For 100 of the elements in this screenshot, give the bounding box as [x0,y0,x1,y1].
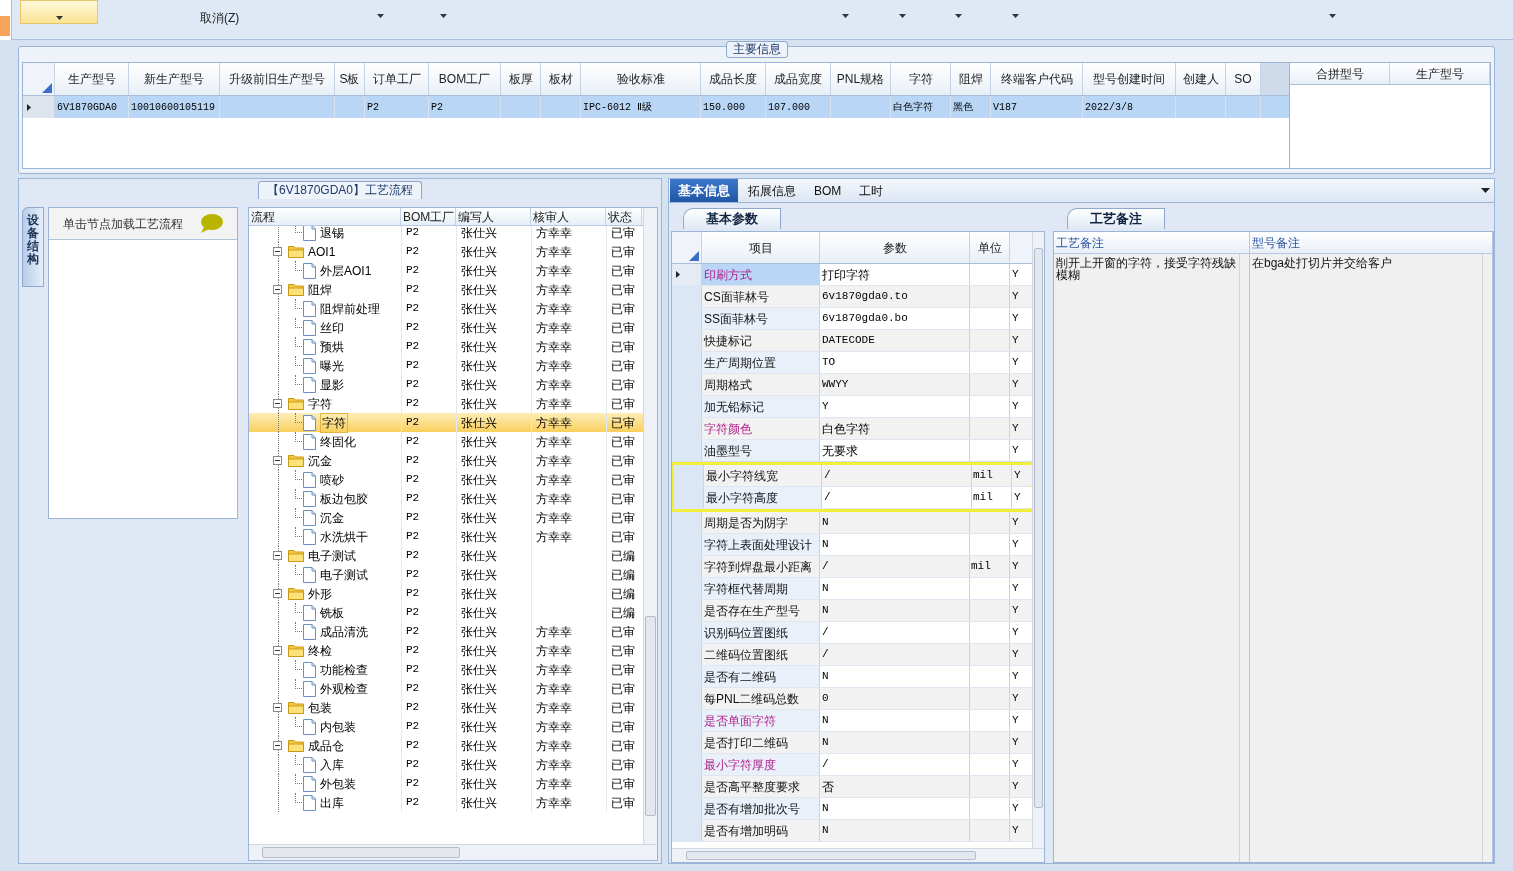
table-row[interactable]: 加无铅标记 Y Y [672,396,1032,418]
table-row[interactable]: 二维码位置图纸 / Y [672,644,1032,666]
caret-icon[interactable] [377,14,384,18]
column-header[interactable]: 核审人 [531,208,606,225]
collapse-icon[interactable] [273,399,282,408]
tree-item[interactable]: 内包装 [320,717,356,736]
table-cell[interactable]: 是否打印二维码 [702,732,820,753]
tab[interactable]: BOM [806,179,850,202]
table-cell[interactable]: 最小字符线宽 [704,465,822,486]
column-header[interactable]: 流程 [249,208,401,225]
table-row[interactable]: 字符颜色 白色字符 Y [672,418,1032,440]
collapse-icon[interactable] [273,589,282,598]
tree-item[interactable]: 喷砂 [320,470,344,489]
column-header[interactable]: 型号创建时间 [1083,63,1176,95]
column-header[interactable]: PNL规格 [831,63,891,95]
table-row[interactable]: 每PNL二维码总数 0 Y [672,688,1032,710]
tree-item[interactable]: 成品清洗 [320,622,368,641]
table-row[interactable]: 是否存在生产型号 N Y [672,600,1032,622]
table-cell[interactable]: 字符框代替周期 [702,578,820,599]
table-row[interactable]: 6V1870GDA0 10010600105119 P2 P2 IPC-6012 Ⅱ级 150.000 107.000 白色字符 黑色 V187 2022/3/8 [23,96,1289,118]
table-cell[interactable]: 加无铅标记 [702,396,820,417]
column-header[interactable]: 生产型号 [1390,63,1490,84]
column-header[interactable]: 生产型号 [55,63,129,95]
column-header[interactable]: 终端客户代码 [991,63,1083,95]
column-header[interactable]: 字符 [891,63,951,95]
tree-item[interactable]: 出库 [320,793,344,812]
column-header[interactable]: BOM工厂 [429,63,501,95]
table-cell[interactable]: 是否有二维码 [702,666,820,687]
table-row[interactable]: 是否有增加批次号 N Y [672,798,1032,820]
table-cell[interactable]: 最小字符高度 [704,487,822,508]
table-row[interactable]: 字符上表面处理设计 N Y [672,534,1032,556]
column-header[interactable]: 状态 [606,208,642,225]
tree-item[interactable]: 入库 [320,755,344,774]
tree-item[interactable]: AOI1 [308,242,336,261]
table-row[interactable]: 快捷标记 DATECODE Y [672,330,1032,352]
table-row[interactable]: 油墨型号 无要求 Y [672,440,1032,462]
collapse-icon[interactable] [273,456,282,465]
table-cell[interactable]: 周期格式 [702,374,820,395]
tree-item[interactable]: 成品仓 [308,736,344,755]
tree-item[interactable]: 阻焊 [308,280,332,299]
collapse-icon[interactable] [273,285,282,294]
column-header[interactable]: 板厚 [501,63,541,95]
side-tab[interactable]: 设备结构 [22,207,44,287]
table-row[interactable]: 最小字符高度 / mil Y [674,487,1030,509]
column-header[interactable]: 验收标准 [581,63,701,95]
horizontal-scrollbar[interactable] [672,848,1044,862]
tree-item[interactable]: 显影 [320,375,344,394]
table-row[interactable]: 是否单面字符 N Y [672,710,1032,732]
tree-item[interactable]: 电子测试 [308,546,356,565]
tree-item[interactable]: 铣板 [320,603,344,622]
tree-item[interactable]: 字符 [320,412,348,433]
tree-item[interactable]: 丝印 [320,318,344,337]
tab[interactable]: 工时 [851,179,892,202]
table-cell[interactable]: 字符上表面处理设计 [702,534,820,555]
table-cell[interactable]: 字符颜色 [702,418,820,439]
column-header[interactable]: S板 [335,63,365,95]
tree-item[interactable]: 沉金 [308,451,332,470]
tree-item[interactable]: 终检 [308,641,332,660]
table-row[interactable]: CS面菲林号 6v1870gda0.to Y [672,286,1032,308]
table-row[interactable]: 最小字符线宽 / mil Y [674,465,1030,487]
table-row[interactable]: 是否有增加明码 N Y [672,820,1032,842]
column-header[interactable]: 型号备注 [1250,232,1492,254]
table-row[interactable]: 是否高平整度要求 否 Y [672,776,1032,798]
tree-item[interactable]: 板边包胶 [320,489,368,508]
column-header[interactable]: SO [1226,63,1261,95]
row-header[interactable] [23,96,55,118]
table-row[interactable]: 最小字符厚度 / Y [672,754,1032,776]
column-header[interactable]: 升级前旧生产型号 [220,63,335,95]
tree-item[interactable]: 曝光 [320,356,344,375]
column-header[interactable]: BOM工厂 [401,208,456,225]
table-cell[interactable]: 字符到焊盘最小距离 [702,556,820,577]
table-cell[interactable]: 印刷方式 [702,264,820,285]
tab[interactable]: 拓展信息 [740,179,804,202]
column-header[interactable]: 阻焊 [951,63,991,95]
collapse-icon[interactable] [273,703,282,712]
column-header[interactable]: 新生产型号 [129,63,220,95]
column-header[interactable]: 项目 [702,232,820,263]
table-cell[interactable]: 快捷标记 [702,330,820,351]
collapse-icon[interactable] [273,551,282,560]
tree-item[interactable]: 预烘 [320,337,344,356]
column-header[interactable]: 工艺备注 [1054,232,1249,254]
subtab[interactable]: 工艺备注 [1067,208,1165,229]
table-cell[interactable]: SS面菲林号 [702,308,820,329]
table-row[interactable]: 是否有二维码 N Y [672,666,1032,688]
vertical-scrollbar[interactable] [643,208,657,844]
table-row[interactable]: 生产周期位置 TO Y [672,352,1032,374]
table-row[interactable]: 周期是否为阴字 N Y [672,512,1032,534]
tree-item[interactable]: 电子测试 [320,565,368,584]
dropdown-arrow-icon[interactable] [1481,188,1490,193]
column-header[interactable]: 单位 [970,232,1010,263]
collapse-icon[interactable] [273,646,282,655]
table-row[interactable]: 字符到焊盘最小距离 / mil Y [672,556,1032,578]
collapse-icon[interactable] [273,741,282,750]
table-row[interactable]: 周期格式 WWYY Y [672,374,1032,396]
column-header[interactable]: 参数 [820,232,970,263]
tree-item[interactable]: 功能检查 [320,660,368,679]
table-cell[interactable]: 是否单面字符 [702,710,820,731]
table-cell[interactable]: 是否存在生产型号 [702,600,820,621]
column-header[interactable]: 订单工厂 [365,63,429,95]
vertical-scrollbar[interactable] [1032,232,1044,848]
